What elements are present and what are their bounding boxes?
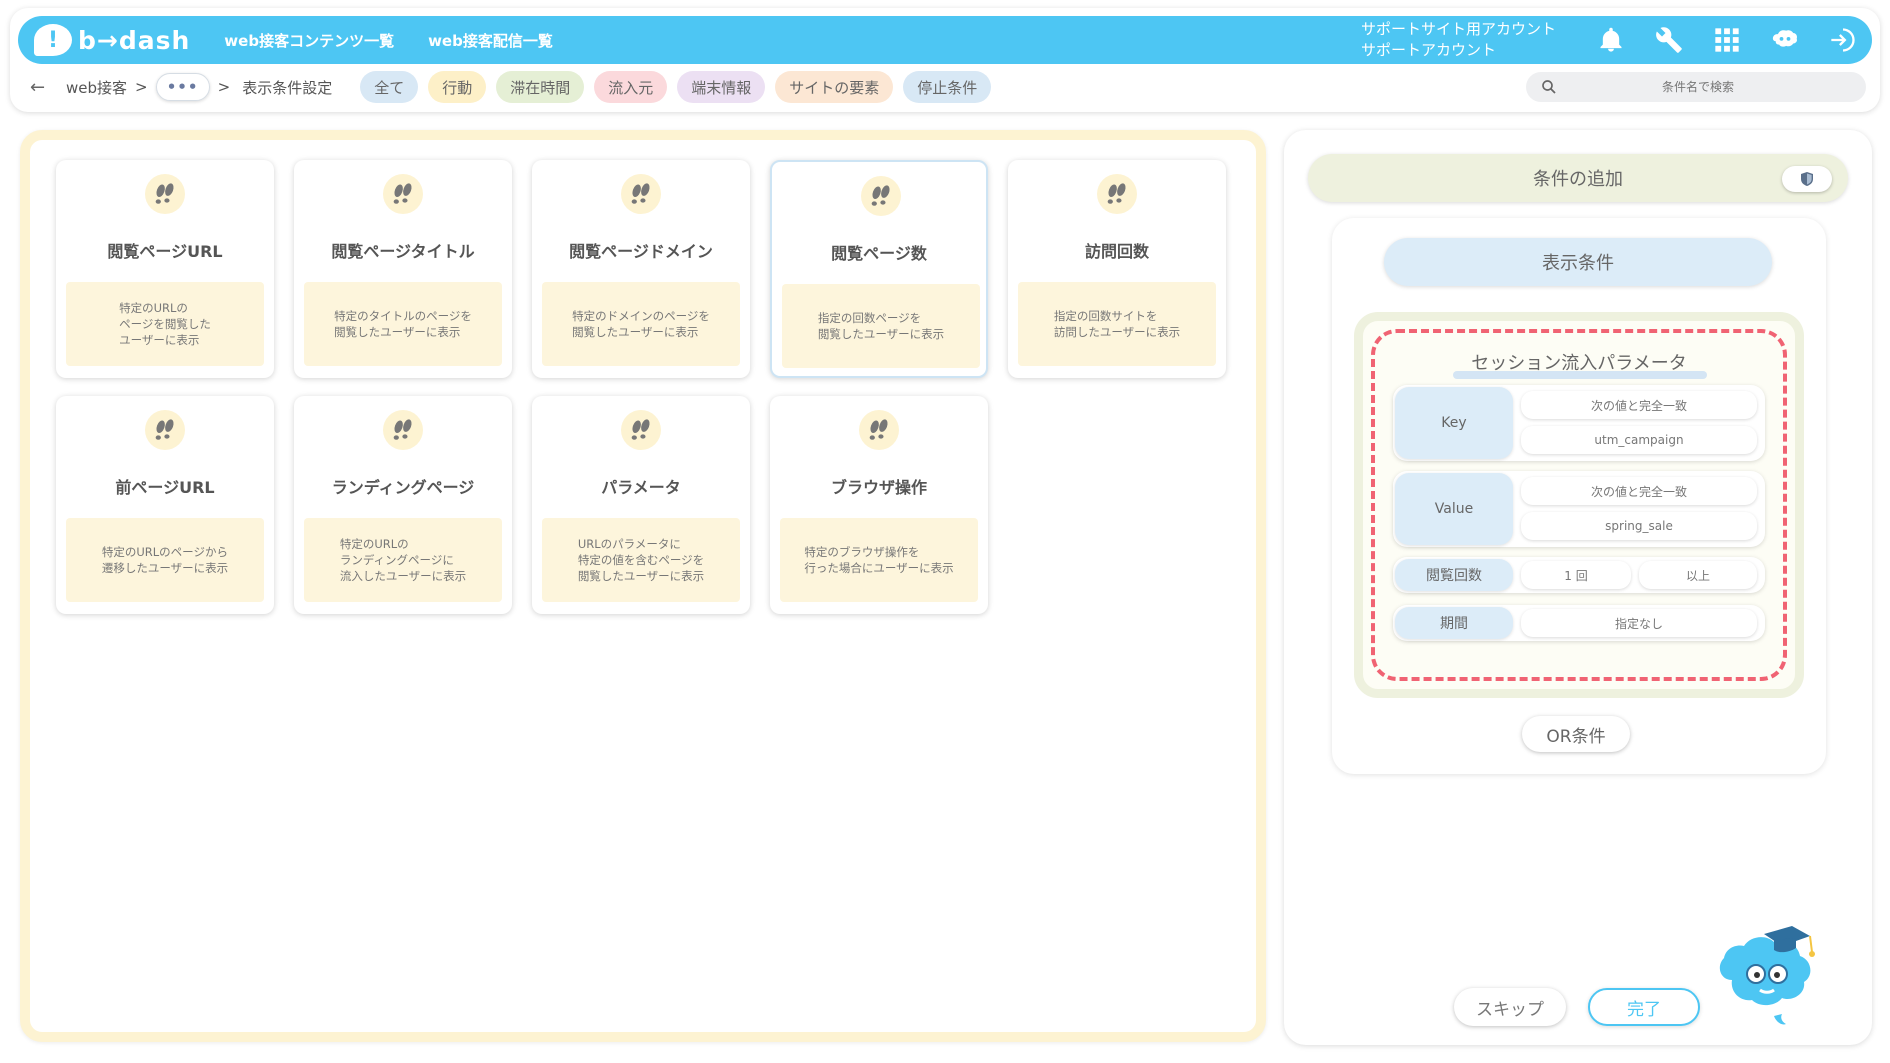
value-row: Value 次の値と完全一致 spring_sale — [1393, 471, 1765, 547]
tab-site-elements[interactable]: サイトの要素 — [775, 71, 894, 103]
back-arrow-icon[interactable]: ← — [30, 77, 54, 98]
top-navigation-bar: ! b→dash web接客コンテンツ一覧 web接客配信一覧 サポートサイト用… — [18, 16, 1872, 64]
tab-all[interactable]: 全て — [360, 71, 419, 103]
tab-stay-time[interactable]: 滞在時間 — [496, 71, 585, 103]
card-title: 訪問回数 — [1084, 242, 1149, 261]
key-label: Key — [1395, 387, 1513, 459]
condition-card-page-title[interactable]: 閲覧ページタイトル 特定のタイトルのページを 閲覧したユーザーに表示 — [294, 160, 512, 378]
condition-card-browser-action[interactable]: ブラウザ操作 特定のブラウザ操作を 行った場合にユーザーに表示 — [770, 396, 988, 614]
mascot-illustration — [1719, 926, 1815, 1025]
tab-inflow-source[interactable]: 流入元 — [594, 71, 668, 103]
mascot-icon[interactable] — [1770, 25, 1800, 55]
breadcrumb-more-button[interactable]: ••• — [155, 73, 210, 101]
period-label: 期間 — [1395, 607, 1513, 639]
value-label: Value — [1395, 473, 1513, 545]
session-parameter-title: セッション流入パラメータ — [1471, 353, 1687, 374]
condition-editor-panel: 条件の追加 表示条件 セッション流入パラメータ Key 次の値と完全一致 utm… — [1284, 130, 1872, 1045]
logout-icon[interactable] — [1828, 25, 1858, 55]
footprints-icon — [145, 174, 185, 214]
period-select[interactable]: 指定なし — [1521, 609, 1757, 637]
wrench-icon[interactable] — [1654, 25, 1684, 55]
footprints-icon — [859, 410, 899, 450]
shield-icon — [1801, 172, 1813, 186]
footprints-icon — [383, 410, 423, 450]
search-input[interactable] — [1558, 80, 1838, 94]
condition-card-page-url[interactable]: 閲覧ページURL 特定のURLの ページを閲覧した ユーザーに表示 — [56, 160, 274, 378]
tab-device-info[interactable]: 端末情報 — [677, 71, 766, 103]
view-count-label: 閲覧回数 — [1395, 559, 1513, 591]
logo-text: b→dash — [78, 25, 191, 55]
or-condition-button[interactable]: OR条件 — [1522, 716, 1630, 752]
card-title: 閲覧ページタイトル — [331, 242, 475, 261]
account-site-name: サポートサイト用アカウント — [1360, 20, 1556, 38]
key-row: Key 次の値と完全一致 utm_campaign — [1393, 385, 1765, 461]
search-icon — [1542, 80, 1556, 94]
condition-catalog-panel: 閲覧ページURL 特定のURLの ページを閲覧した ユーザーに表示 閲覧ページタ… — [20, 130, 1266, 1042]
card-description: 指定の回数サイトを 訪問したユーザーに表示 — [1018, 282, 1216, 366]
tab-stop-condition[interactable]: 停止条件 — [903, 71, 992, 103]
key-value-input[interactable]: utm_campaign — [1521, 426, 1757, 454]
nav-web-content-list[interactable]: web接客コンテンツ一覧 — [224, 30, 394, 51]
search-box — [1526, 72, 1866, 102]
key-match-select[interactable]: 次の値と完全一致 — [1521, 391, 1757, 419]
condition-card-page-domain[interactable]: 閲覧ページドメイン 特定のドメインのページを 閲覧したユーザーに表示 — [532, 160, 750, 378]
condition-group: セッション流入パラメータ Key 次の値と完全一致 utm_campaign V… — [1354, 312, 1804, 698]
condition-card-parameter[interactable]: パラメータ URLのパラメータに 特定の値を含むページを 閲覧したユーザーに表示 — [532, 396, 750, 614]
card-description: 特定のブラウザ操作を 行った場合にユーザーに表示 — [780, 518, 978, 602]
card-description: 特定のドメインのページを 閲覧したユーザーに表示 — [542, 282, 740, 366]
bell-icon[interactable] — [1596, 25, 1626, 55]
condition-card-page-count[interactable]: 閲覧ページ数 指定の回数ページを 閲覧したユーザーに表示 — [770, 160, 988, 378]
done-button[interactable]: 完了 — [1588, 988, 1700, 1026]
filter-tabs: 全て 行動 滞在時間 流入元 端末情報 サイトの要素 停止条件 — [360, 71, 1001, 103]
card-title: パラメータ — [601, 478, 681, 497]
card-title: 閲覧ページURL — [107, 242, 223, 261]
footprints-icon — [1097, 174, 1137, 214]
view-count-comparator-select[interactable]: 以上 — [1639, 561, 1757, 589]
footprints-icon — [145, 410, 185, 450]
card-description: 特定のURLの ページを閲覧した ユーザーに表示 — [66, 282, 264, 366]
card-title: 前ページURL — [115, 478, 215, 497]
card-description: 特定のURLのページから 遷移したユーザーに表示 — [66, 518, 264, 602]
footprints-icon — [621, 174, 661, 214]
breadcrumb-separator: > — [217, 78, 231, 96]
card-title: ランディングページ — [331, 478, 475, 497]
account-info[interactable]: サポートサイト用アカウント サポートアカウント — [1361, 19, 1556, 61]
apps-grid-icon[interactable] — [1712, 25, 1742, 55]
footprints-icon — [621, 410, 661, 450]
card-description: 指定の回数ページを 閲覧したユーザーに表示 — [782, 284, 980, 368]
add-condition-toggle[interactable] — [1782, 166, 1832, 192]
sub-toolbar: ← web接客 > ••• > 表示条件設定 全て 行動 滞在時間 流入元 端末… — [30, 71, 1866, 103]
condition-card-landing-page[interactable]: ランディングページ 特定のURLの ランディングページに 流入したユーザーに表示 — [294, 396, 512, 614]
view-count-row: 閲覧回数 1 回 以上 — [1393, 557, 1765, 593]
logo-mark: ! — [34, 24, 72, 56]
card-description: URLのパラメータに 特定の値を含むページを 閲覧したユーザーに表示 — [542, 518, 740, 602]
card-description: 特定のタイトルのページを 閲覧したユーザーに表示 — [304, 282, 502, 366]
card-title: 閲覧ページドメイン — [569, 242, 713, 261]
breadcrumb-separator: > — [135, 78, 148, 96]
account-user-name: サポートアカウント — [1360, 41, 1496, 59]
footprints-icon — [861, 176, 901, 216]
card-title: ブラウザ操作 — [830, 478, 927, 497]
condition-card-visit-count[interactable]: 訪問回数 指定の回数サイトを 訪問したユーザーに表示 — [1008, 160, 1226, 378]
selected-condition-highlight[interactable]: セッション流入パラメータ Key 次の値と完全一致 utm_campaign V… — [1371, 329, 1787, 681]
nav-web-delivery-list[interactable]: web接客配信一覧 — [428, 30, 553, 51]
breadcrumb-current: 表示条件設定 — [242, 78, 333, 97]
footprints-icon — [383, 174, 423, 214]
view-count-input[interactable]: 1 回 — [1521, 561, 1631, 589]
period-row: 期間 指定なし — [1393, 605, 1765, 641]
card-title: 閲覧ページ数 — [831, 244, 927, 263]
app-logo[interactable]: ! b→dash — [34, 24, 190, 56]
display-condition-box: 表示条件 セッション流入パラメータ Key 次の値と完全一致 utm_campa… — [1332, 218, 1826, 774]
card-description: 特定のURLの ランディングページに 流入したユーザーに表示 — [304, 518, 502, 602]
value-value-input[interactable]: spring_sale — [1521, 512, 1757, 540]
add-condition-label: 条件の追加 — [1533, 169, 1623, 190]
add-condition-header: 条件の追加 — [1308, 154, 1848, 202]
display-condition-title: 表示条件 — [1384, 238, 1772, 286]
breadcrumb-web-customer[interactable]: web接客 — [66, 77, 127, 98]
value-match-select[interactable]: 次の値と完全一致 — [1521, 477, 1757, 505]
condition-card-previous-url[interactable]: 前ページURL 特定のURLのページから 遷移したユーザーに表示 — [56, 396, 274, 614]
tab-behavior[interactable]: 行動 — [428, 71, 487, 103]
skip-button[interactable]: スキップ — [1454, 988, 1566, 1026]
